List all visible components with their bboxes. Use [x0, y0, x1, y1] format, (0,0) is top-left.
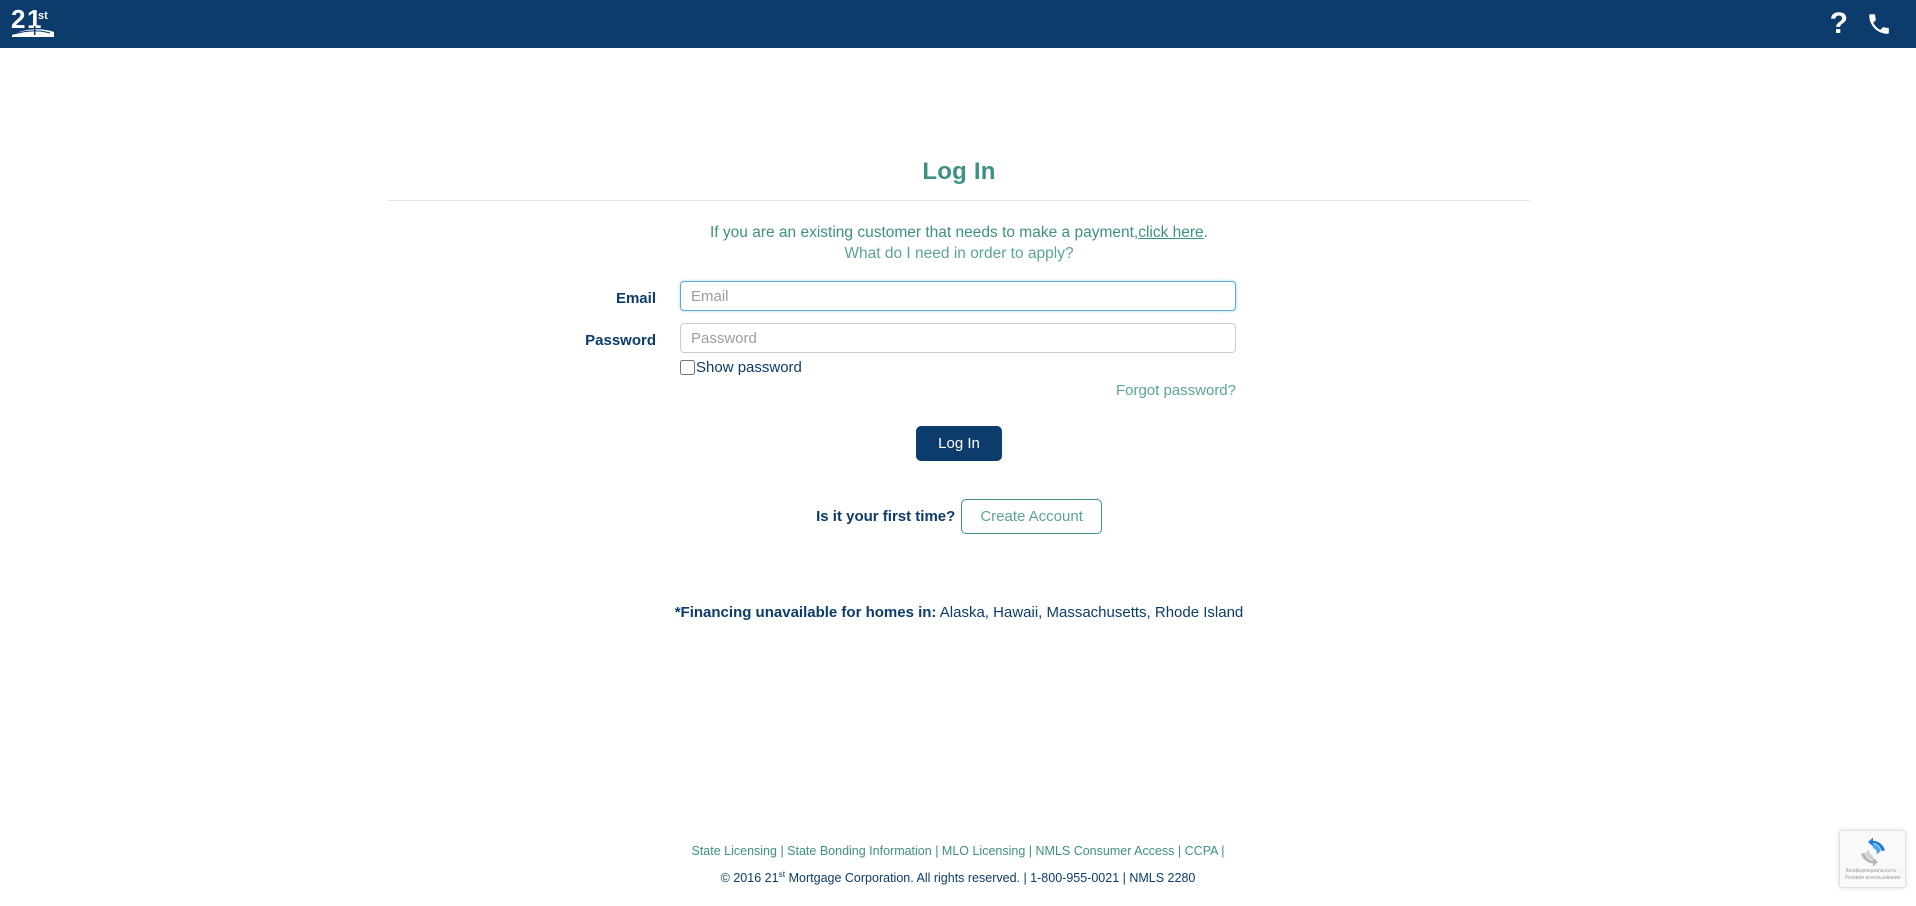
email-input[interactable]: [680, 281, 1236, 311]
financing-note-states: Alaska, Hawaii, Massachusetts, Rhode Isl…: [939, 604, 1244, 621]
svg-text:2: 2: [11, 4, 25, 34]
recaptcha-badge[interactable]: Конфиденциальность - Условия использован…: [1839, 830, 1906, 888]
login-form: Email Password Show password Forgot pass…: [388, 281, 1530, 461]
email-row: Email: [388, 281, 1530, 311]
password-row: Password Show password Forgot password?: [388, 323, 1530, 400]
phone-glyph: [1869, 14, 1889, 34]
intro-period: .: [1203, 224, 1208, 241]
footer-sep-4: |: [1174, 843, 1185, 858]
copyright-post: Mortgage Corporation. All rights reserve…: [785, 871, 1196, 885]
financing-note: *Financing unavailable for homes in: Ala…: [388, 604, 1530, 621]
login-card: Log In If you are an existing customer t…: [388, 158, 1530, 621]
header-icon-group: ?: [1830, 9, 1892, 39]
question-mark-icon[interactable]: ?: [1830, 9, 1848, 39]
footer-copyright: © 2016 21st Mortgage Corporation. All ri…: [0, 864, 1916, 888]
existing-customer-text: If you are an existing customer that nee…: [710, 224, 1139, 241]
intro-block: If you are an existing customer that nee…: [388, 201, 1530, 263]
footer-sep-5: |: [1217, 843, 1225, 858]
email-label: Email: [615, 290, 656, 307]
show-password-label[interactable]: Show password: [696, 359, 802, 376]
password-input[interactable]: [680, 323, 1236, 353]
forgot-password-link[interactable]: Forgot password?: [1116, 382, 1236, 399]
footer-link-mlo-licensing[interactable]: MLO Licensing: [942, 844, 1025, 858]
password-field-col: Show password Forgot password?: [680, 323, 1236, 400]
email-field-col: [680, 281, 1236, 311]
footer-sep-2: |: [931, 843, 942, 858]
page-title: Log In: [922, 158, 996, 185]
site-footer: State Licensing | State Bonding Informat…: [0, 841, 1916, 888]
existing-customer-line: If you are an existing customer that nee…: [388, 221, 1530, 244]
footer-link-nmls-consumer-access[interactable]: NMLS Consumer Access: [1036, 844, 1175, 858]
footer-link-ccpa[interactable]: CCPA: [1185, 844, 1218, 858]
phone-icon[interactable]: [1866, 11, 1892, 37]
password-label: Password: [585, 332, 656, 349]
what-do-i-need-link[interactable]: What do I need in order to apply?: [844, 245, 1073, 263]
recaptcha-icon: [1860, 837, 1885, 866]
footer-link-state-licensing[interactable]: State Licensing: [691, 844, 776, 858]
footer-links: State Licensing | State Bonding Informat…: [0, 841, 1916, 861]
login-button[interactable]: Log In: [916, 426, 1002, 461]
site-header: 2 1 st ?: [0, 0, 1916, 48]
show-password-checkbox[interactable]: [680, 360, 695, 375]
show-password-row: Show password: [680, 359, 1236, 376]
footer-sep-1: |: [776, 843, 788, 858]
first-time-row: Is it your first time? Create Account: [388, 499, 1530, 534]
first-time-text: Is it your first time?: [816, 508, 956, 525]
footer-sep-3: |: [1025, 843, 1036, 858]
recaptcha-terms-text[interactable]: Конфиденциальность - Условия использован…: [1840, 868, 1905, 882]
copyright-pre: © 2016 21: [720, 871, 779, 885]
submit-row: Log In: [388, 426, 1530, 461]
21st-mortgage-logo[interactable]: 2 1 st: [10, 4, 62, 44]
financing-note-label: *Financing unavailable for homes in:: [674, 604, 937, 621]
logo-mark: 2 1 st: [11, 4, 54, 37]
svg-text:st: st: [38, 10, 48, 22]
page-body: Log In If you are an existing customer t…: [0, 48, 1916, 906]
create-account-button[interactable]: Create Account: [961, 499, 1102, 534]
footer-link-state-bonding-information[interactable]: State Bonding Information: [787, 844, 932, 858]
click-here-link[interactable]: click here: [1138, 224, 1203, 241]
forgot-password-wrap: Forgot password?: [680, 382, 1236, 400]
